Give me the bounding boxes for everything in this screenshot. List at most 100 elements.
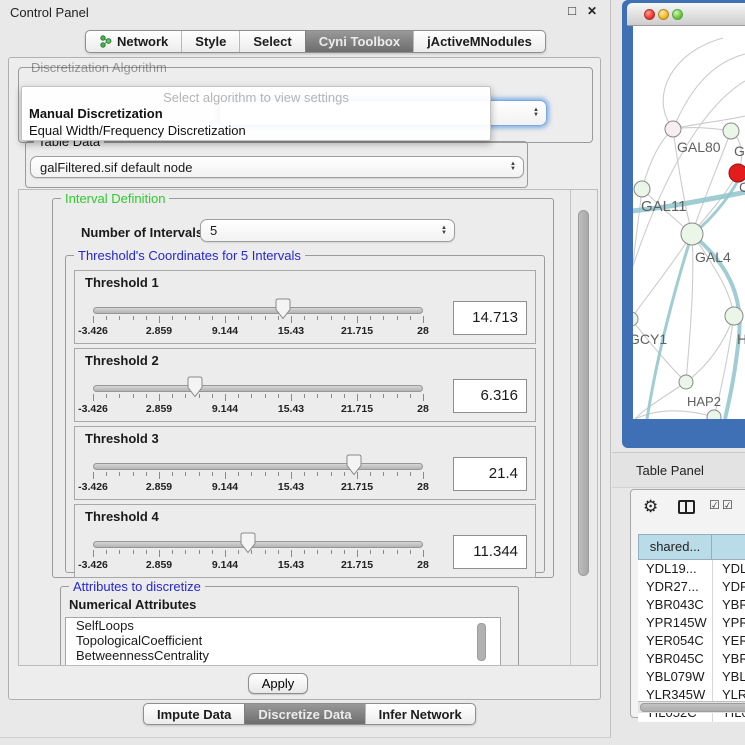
slider-tick-label: 9.144 (212, 559, 238, 571)
cell-name[interactable]: YER0 (712, 632, 745, 650)
slider-tick-label: 2.859 (146, 559, 172, 571)
table-data-combobox[interactable]: galFiltered.sif default node ▲ ▼ (30, 156, 524, 178)
network-node[interactable] (681, 223, 703, 245)
tab-network[interactable]: Network (86, 31, 181, 52)
network-node[interactable] (725, 307, 743, 325)
table-horizontal-scrollbar[interactable] (638, 701, 745, 713)
network-edge[interactable] (673, 128, 731, 131)
slider-tick-mark (212, 316, 213, 320)
tab-infer-network[interactable]: Infer Network (365, 704, 475, 724)
minimize-traffic-light-icon[interactable] (658, 9, 669, 20)
threshold-value-field[interactable]: 14.713 (453, 301, 527, 335)
network-node[interactable] (723, 123, 739, 139)
table-row[interactable]: YBR045CYBR0 (638, 650, 745, 668)
attributes-list-scrollbar[interactable] (477, 623, 486, 661)
slider-tick-mark (106, 472, 107, 476)
checkbox-checked-icon[interactable]: ☑ (709, 498, 720, 512)
cell-shared-name[interactable]: YBR045C (638, 650, 712, 668)
cell-shared-name[interactable]: YBL079W (638, 668, 712, 686)
table-row[interactable]: YPR145WYPR1 (638, 614, 745, 632)
cell-shared-name[interactable]: YPR145W (638, 614, 712, 632)
cell-name[interactable]: YBR0 (712, 650, 745, 668)
close-window-icon[interactable]: ✕ (584, 3, 600, 19)
table-row[interactable]: YDL19...YDL1 (638, 560, 745, 578)
slider-tick-mark (317, 394, 318, 398)
network-node[interactable] (634, 181, 650, 197)
slider-tick-label: 21.715 (341, 559, 373, 571)
checkbox-checked-icon[interactable]: ☑ (722, 498, 733, 512)
threshold-value-field[interactable]: 11.344 (453, 535, 527, 569)
column-header-name[interactable]: n (712, 534, 745, 560)
slider-tick-mark (93, 394, 94, 401)
network-node[interactable] (679, 375, 693, 389)
table-row[interactable]: YBR043CYBR0 (638, 596, 745, 614)
slider-tick-mark (410, 394, 411, 398)
slider-tick-mark (304, 550, 305, 554)
threshold-value-field[interactable]: 6.316 (453, 379, 527, 413)
network-node[interactable] (665, 121, 681, 137)
network-edge[interactable] (633, 234, 692, 319)
network-canvas[interactable]: GAL80GCGAL11GAL4HGCY1HAP2 (633, 26, 745, 419)
tab-style[interactable]: Style (181, 31, 239, 52)
cell-name[interactable]: YDL1 (712, 560, 745, 578)
network-edge[interactable] (686, 316, 734, 382)
column-header-shared-name[interactable]: shared... (638, 534, 712, 560)
table-row[interactable]: YER054CYER0 (638, 632, 745, 650)
slider-tick-mark (344, 472, 345, 476)
settings-scrollbar-thumb[interactable] (578, 210, 589, 576)
network-node[interactable] (707, 410, 721, 419)
cell-shared-name[interactable]: YBR043C (638, 596, 712, 614)
settings-vertical-scrollbar[interactable] (570, 190, 597, 665)
tab-jactivemnodules-label: jActiveMNodules (427, 34, 532, 49)
table-row[interactable]: YDR27...YDR2 (638, 578, 745, 596)
slider-track[interactable] (93, 541, 423, 548)
tab-select[interactable]: Select (239, 31, 304, 52)
numerical-attributes-label: Numerical Attributes (69, 597, 196, 612)
slider-tick-mark (93, 550, 94, 557)
close-traffic-light-icon[interactable] (644, 9, 655, 20)
network-node[interactable] (633, 312, 638, 326)
cell-name[interactable]: YPR1 (712, 614, 745, 632)
algorithm-option-manual[interactable]: Manual Discretization (29, 106, 163, 121)
slider-track[interactable] (93, 307, 423, 314)
cell-name[interactable]: YBL0 (712, 668, 745, 686)
tab-discretize-data-label: Discretize Data (258, 707, 351, 722)
table-row[interactable]: YBL079WYBL0 (638, 668, 745, 686)
network-edge-highlighted[interactable] (647, 234, 692, 419)
network-node-label: GCY1 (633, 331, 667, 347)
split-table-icon[interactable] (678, 500, 695, 514)
tab-discretize-data[interactable]: Discretize Data (244, 704, 364, 724)
slider-tick-label: 21.715 (341, 481, 373, 493)
zoom-traffic-light-icon[interactable] (672, 9, 683, 20)
apply-button[interactable]: Apply (248, 673, 308, 694)
tab-impute-data[interactable]: Impute Data (144, 704, 244, 724)
attribute-list-item[interactable]: BetweennessCentrality (66, 648, 500, 663)
slider-track[interactable] (93, 385, 423, 392)
cell-name[interactable]: YBR0 (712, 596, 745, 614)
slider-track[interactable] (93, 463, 423, 470)
tab-cyni-toolbox[interactable]: Cyni Toolbox (305, 31, 413, 52)
cell-shared-name[interactable]: YDL19... (638, 560, 712, 578)
gear-icon[interactable]: ⚙ (643, 497, 658, 517)
attribute-list-item[interactable]: TopologicalCoefficient (66, 633, 500, 648)
table-panel-title: Table Panel (636, 463, 704, 478)
slider-tick-mark (410, 550, 411, 554)
slider-tick-mark (423, 316, 424, 323)
tab-infer-network-label: Infer Network (379, 707, 462, 722)
cell-shared-name[interactable]: YER054C (638, 632, 712, 650)
cell-shared-name[interactable]: YDR27... (638, 578, 712, 596)
cell-name[interactable]: YDR2 (712, 578, 745, 596)
table-scrollbar-thumb[interactable] (640, 703, 745, 712)
algorithm-option-equal-width[interactable]: Equal Width/Frequency Discretization (29, 123, 246, 138)
tab-jactivemnodules[interactable]: jActiveMNodules (413, 31, 545, 52)
slider-tick-mark (133, 472, 134, 476)
number-of-intervals-combobox[interactable]: 5 ▲ ▼ (200, 219, 455, 242)
threshold-value-field[interactable]: 21.4 (453, 457, 527, 491)
network-edge[interactable] (635, 382, 686, 419)
network-edge[interactable] (686, 234, 693, 382)
table-data-group: Table Data galFiltered.sif default node … (25, 141, 528, 188)
thresholds-group: Threshold's Coordinates for 5 Intervals … (65, 255, 545, 573)
network-edge[interactable] (663, 38, 723, 129)
float-window-icon[interactable]: □ (564, 3, 580, 19)
attribute-list-item[interactable]: SelfLoops (66, 618, 500, 633)
